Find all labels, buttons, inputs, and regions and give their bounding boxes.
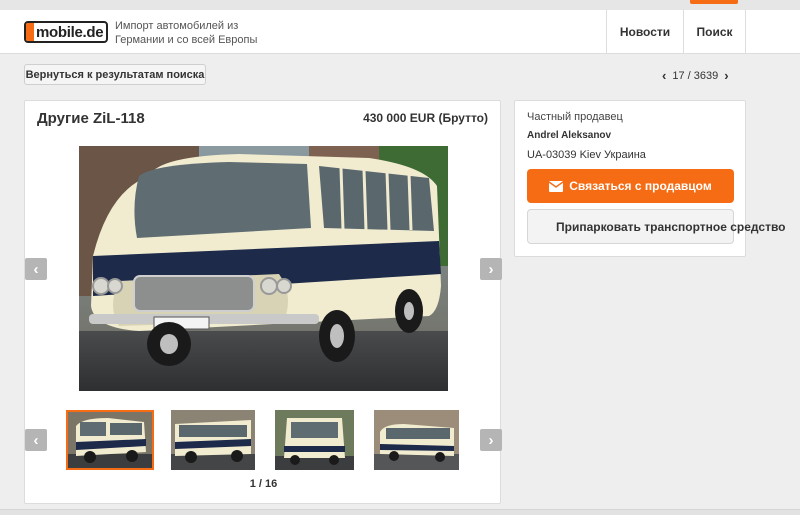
chevron-left-icon: ‹ <box>33 260 39 278</box>
thumbnails-next-button[interactable]: › <box>480 429 502 451</box>
main-vehicle-photo[interactable] <box>79 146 448 391</box>
chevron-left-icon[interactable]: ‹ <box>662 68 666 84</box>
listing-price: 430 000 EUR (Брутто) <box>363 111 488 125</box>
photo-prev-button[interactable]: ‹ <box>25 258 47 280</box>
logo-text: mobile.de <box>36 23 104 41</box>
seller-type: Частный продавец <box>527 111 623 123</box>
back-to-results-button[interactable]: Вернуться к результатам поиска <box>24 64 206 85</box>
photo-thumbnail[interactable] <box>275 410 354 470</box>
chevron-right-icon: › <box>488 260 494 278</box>
contact-seller-label: Связаться с продавцом <box>569 179 712 193</box>
seller-location: UA-03039 Kiev Украина <box>527 149 646 161</box>
site-tagline: Импорт автомобилей из Германии и со всей… <box>115 20 258 46</box>
seller-name: Andrel Aleksanov <box>527 130 612 141</box>
listing-title: Другие ZiL-118 <box>37 110 145 127</box>
chevron-left-icon: ‹ <box>33 431 39 449</box>
chevron-right-icon[interactable]: › <box>724 68 728 84</box>
photo-thumbnail[interactable] <box>374 410 459 470</box>
site-header: mobile.de Импорт автомобилей из Германии… <box>0 10 800 54</box>
top-accent-tab[interactable] <box>690 0 738 4</box>
browser-top-strip <box>0 0 800 10</box>
logo-mark <box>26 23 34 41</box>
listing-card: Другие ZiL-118 430 000 EUR (Брутто) ‹ › … <box>24 100 502 504</box>
pager-text: 17 / 3639 <box>672 70 719 82</box>
envelope-icon <box>549 180 564 192</box>
seller-panel: Частный продавец Andrel Aleksanov UA-030… <box>514 100 786 257</box>
photo-thumbnail[interactable] <box>171 410 255 470</box>
photo-counter: 1 / 16 <box>249 478 278 490</box>
park-vehicle-label: Припарковать транспортное средство <box>556 219 786 234</box>
contact-seller-button[interactable]: Связаться с продавцом <box>527 169 734 203</box>
park-vehicle-button[interactable]: P Припарковать транспортное средство <box>527 209 786 244</box>
chevron-right-icon: › <box>488 431 494 449</box>
nav-news[interactable]: Новости <box>606 10 683 53</box>
photo-next-button[interactable]: › <box>480 258 502 280</box>
nav-search[interactable]: Поиск <box>683 10 746 53</box>
mobile-de-logo[interactable]: mobile.de <box>24 21 108 43</box>
listing-pager: ‹ 17 / 3639 › <box>662 68 729 84</box>
photo-thumbnail[interactable] <box>66 410 154 470</box>
footer-strip <box>0 509 800 515</box>
thumbnails-prev-button[interactable]: ‹ <box>25 429 47 451</box>
